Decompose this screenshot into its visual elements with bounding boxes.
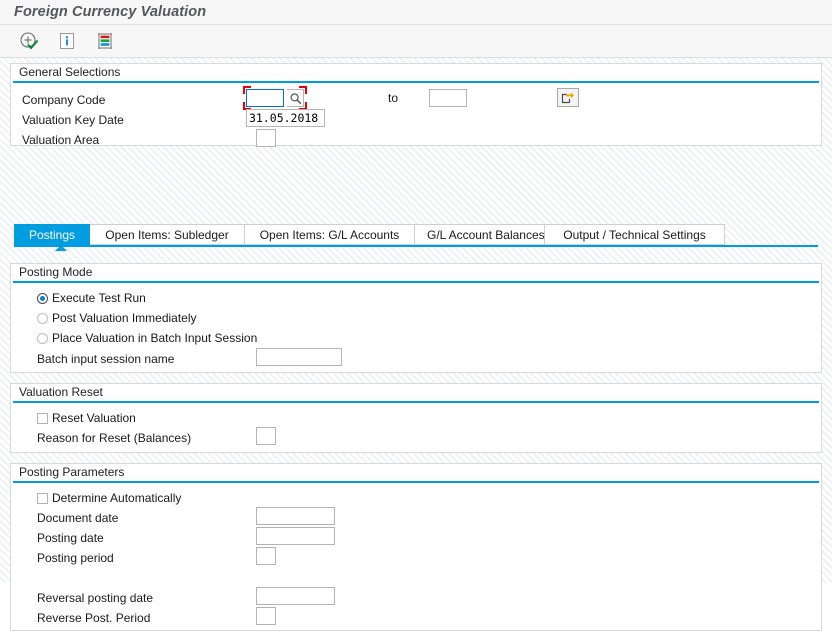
batch-input-session-name-input-wrap	[256, 348, 342, 366]
range-to-label: to	[388, 91, 398, 105]
posting-period-label: Posting period	[37, 551, 114, 565]
company-code-to-label-wrap: to	[388, 91, 398, 105]
execute-icon[interactable]	[18, 30, 40, 52]
general-selections-body: Company Code	[11, 83, 821, 145]
determine-automatically-label: Determine Automatically	[52, 491, 181, 505]
document-date-input-wrap	[256, 507, 335, 525]
batch-input-session-name-label: Batch input session name	[37, 352, 174, 366]
focus-corner-tr	[299, 86, 307, 94]
tab-label: Open Items: G/L Accounts	[260, 228, 400, 242]
determine-automatically-row[interactable]: Determine Automatically	[37, 489, 181, 507]
posting-period-input-wrap	[256, 547, 276, 565]
reset-valuation-row[interactable]: Reset Valuation	[37, 409, 136, 427]
radio-icon[interactable]	[37, 293, 48, 304]
valuation-key-date-input[interactable]	[246, 109, 325, 127]
document-date-input[interactable]	[256, 507, 335, 525]
radio-icon[interactable]	[37, 313, 48, 324]
reason-for-reset-input-wrap	[256, 427, 276, 445]
focus-corner-tl	[243, 86, 251, 94]
valuation-area-row: Valuation Area	[22, 131, 99, 149]
posting-mode-option-test-run[interactable]: Execute Test Run	[37, 289, 146, 307]
valuation-key-date-row: Valuation Key Date	[22, 111, 124, 129]
posting-period-row: Posting period	[37, 549, 114, 567]
valuation-area-input[interactable]	[256, 129, 276, 147]
reverse-post-period-label: Reverse Post. Period	[37, 611, 150, 625]
multiple-selection-icon[interactable]	[557, 88, 579, 107]
tab-strip-accent-line	[14, 245, 818, 247]
posting-date-label: Posting date	[37, 531, 104, 545]
posting-mode-option-batch-input[interactable]: Place Valuation in Batch Input Session	[37, 329, 257, 347]
reverse-post-period-row: Reverse Post. Period	[37, 609, 150, 627]
company-code-input[interactable]	[246, 89, 284, 107]
radio-icon[interactable]	[37, 333, 48, 344]
company-code-input-group	[243, 86, 307, 110]
reversal-posting-date-input-wrap	[256, 587, 335, 605]
valuation-area-label: Valuation Area	[22, 133, 99, 147]
focus-indicator	[243, 86, 307, 110]
reset-valuation-label: Reset Valuation	[52, 411, 136, 425]
posting-date-input-wrap	[256, 527, 335, 545]
posting-parameters-header: Posting Parameters	[11, 464, 821, 481]
posting-mode-option-label: Execute Test Run	[52, 291, 146, 305]
posting-mode-option-label: Place Valuation in Batch Input Session	[52, 331, 257, 345]
reason-for-reset-label: Reason for Reset (Balances)	[37, 431, 191, 445]
checkbox-icon[interactable]	[37, 413, 48, 424]
tab-label: Open Items: Subledger	[105, 228, 228, 242]
tab-output-technical-settings[interactable]: Output / Technical Settings	[545, 224, 725, 245]
checkbox-icon[interactable]	[37, 493, 48, 504]
info-icon[interactable]	[56, 30, 78, 52]
valuation-key-date-label: Valuation Key Date	[22, 113, 124, 127]
selection-screen: General Selections Company Code	[0, 58, 832, 583]
valuation-area-input-wrap	[256, 129, 276, 147]
company-code-to-input[interactable]	[429, 89, 467, 107]
posting-parameters-section: Posting Parameters Determine Automatical…	[10, 463, 822, 631]
tab-g-l-account-balances[interactable]: G/L Account Balances	[415, 224, 545, 245]
general-selections-header: General Selections	[11, 64, 821, 81]
valuation-reset-body: Reset Valuation Reason for Reset (Balanc…	[11, 403, 821, 452]
document-date-row: Document date	[37, 509, 118, 527]
reversal-posting-date-row: Reversal posting date	[37, 589, 153, 607]
page-title: Foreign Currency Valuation	[14, 4, 206, 20]
document-date-label: Document date	[37, 511, 118, 525]
reverse-post-period-input-wrap	[256, 607, 276, 625]
window-title-bar: Foreign Currency Valuation	[0, 0, 832, 25]
posting-parameters-body: Determine Automatically Document date Po…	[11, 483, 821, 630]
variant-list-icon[interactable]	[94, 30, 116, 52]
posting-date-input[interactable]	[256, 527, 335, 545]
posting-mode-section: Posting Mode Execute Test Run Post Valua…	[10, 263, 822, 373]
posting-date-row: Posting date	[37, 529, 104, 547]
multiple-selection-button-wrap	[557, 88, 579, 108]
reason-for-reset-row: Reason for Reset (Balances)	[37, 429, 191, 447]
valuation-reset-section: Valuation Reset Reset Valuation Reason f…	[10, 383, 822, 453]
posting-mode-option-label: Post Valuation Immediately	[52, 311, 197, 325]
company-code-row: Company Code	[22, 91, 105, 109]
posting-mode-option-post-immediately[interactable]: Post Valuation Immediately	[37, 309, 197, 327]
tab-label: Postings	[29, 228, 75, 242]
batch-input-session-name-row: Batch input session name	[37, 350, 174, 368]
valuation-reset-header: Valuation Reset	[11, 384, 821, 401]
reversal-posting-date-label: Reversal posting date	[37, 591, 153, 605]
reason-for-reset-input[interactable]	[256, 427, 276, 445]
general-selections-section: General Selections Company Code	[10, 63, 822, 146]
tab-postings[interactable]: Postings	[14, 224, 90, 245]
application-toolbar	[0, 25, 832, 58]
reverse-post-period-input[interactable]	[256, 607, 276, 625]
posting-mode-header: Posting Mode	[11, 264, 821, 281]
posting-mode-body: Execute Test Run Post Valuation Immediat…	[11, 283, 821, 372]
tab-strip: Postings Open Items: Subledger Open Items:…	[14, 224, 725, 245]
tab-open-items-subledger[interactable]: Open Items: Subledger	[90, 224, 245, 245]
valuation-key-date-input-wrap	[246, 109, 325, 127]
tab-label: Output / Technical Settings	[563, 228, 706, 242]
tab-open-items-g-l-accounts[interactable]: Open Items: G/L Accounts	[245, 224, 415, 245]
company-code-to-input-wrap	[429, 89, 467, 107]
company-code-label: Company Code	[22, 93, 105, 107]
reversal-posting-date-input[interactable]	[256, 587, 335, 605]
tab-label: G/L Account Balances	[427, 228, 545, 242]
tab-active-pointer	[55, 245, 67, 251]
posting-period-input[interactable]	[256, 547, 276, 565]
batch-input-session-name-input[interactable]	[256, 348, 342, 366]
